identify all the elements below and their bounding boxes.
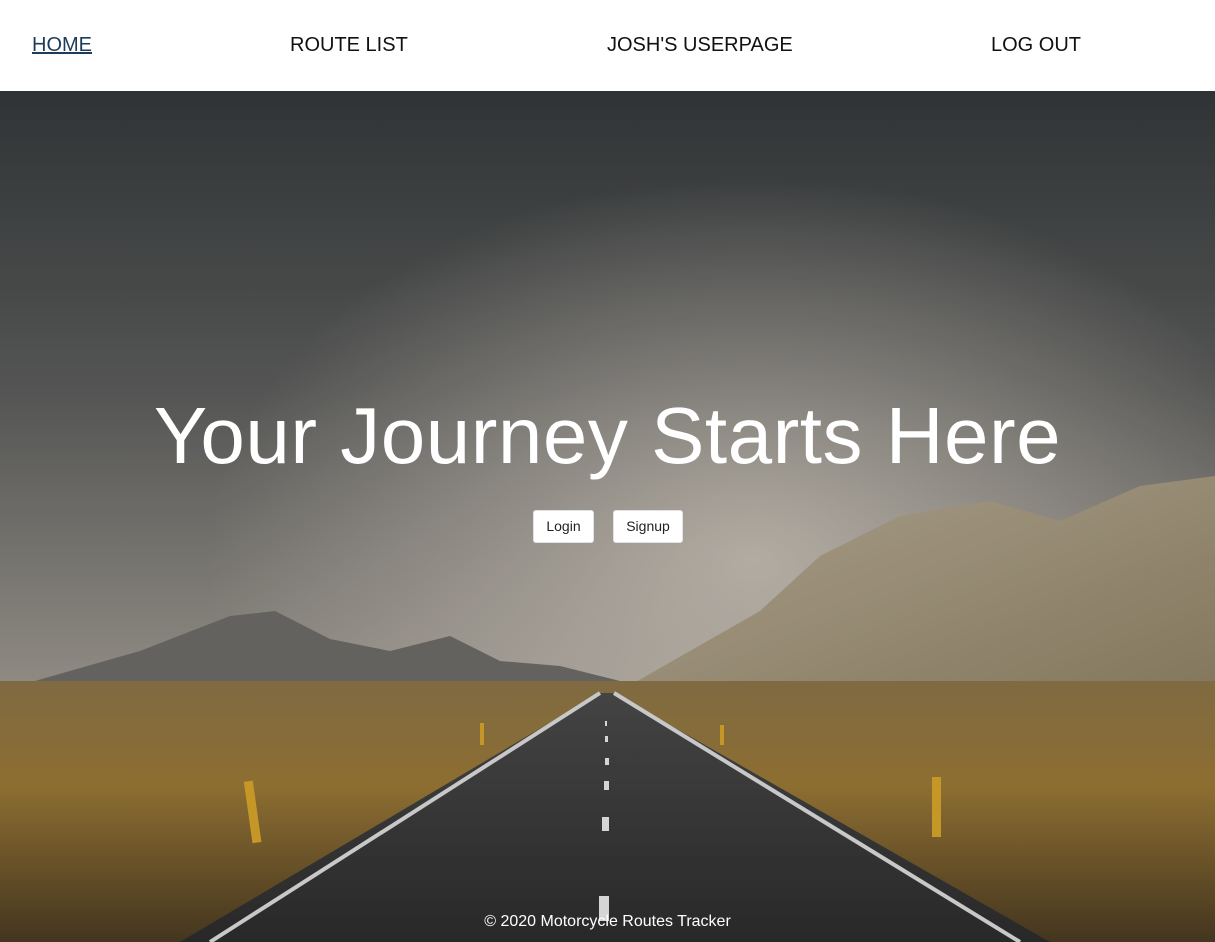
top-navigation: HOME ROUTE LIST JOSH'S USERPAGE LOG OUT <box>0 0 1215 91</box>
nav-home-link[interactable]: HOME <box>32 34 92 56</box>
footer-copyright: © 2020 Motorcycle Routes Tracker <box>484 913 731 930</box>
signup-button[interactable]: Signup <box>613 510 683 543</box>
page: HOME ROUTE LIST JOSH'S USERPAGE LOG OUT <box>0 0 1215 942</box>
hero-background-image <box>0 91 1215 942</box>
login-button[interactable]: Login <box>533 510 594 543</box>
nav-logout-link[interactable]: LOG OUT <box>991 34 1081 56</box>
nav-route-list-link[interactable]: ROUTE LIST <box>290 34 408 56</box>
nav-userpage-link[interactable]: JOSH'S USERPAGE <box>607 34 793 56</box>
hero-title: Your Journey Starts Here <box>153 391 1062 480</box>
hero-section: Your Journey Starts Here Login Signup © … <box>0 91 1215 942</box>
